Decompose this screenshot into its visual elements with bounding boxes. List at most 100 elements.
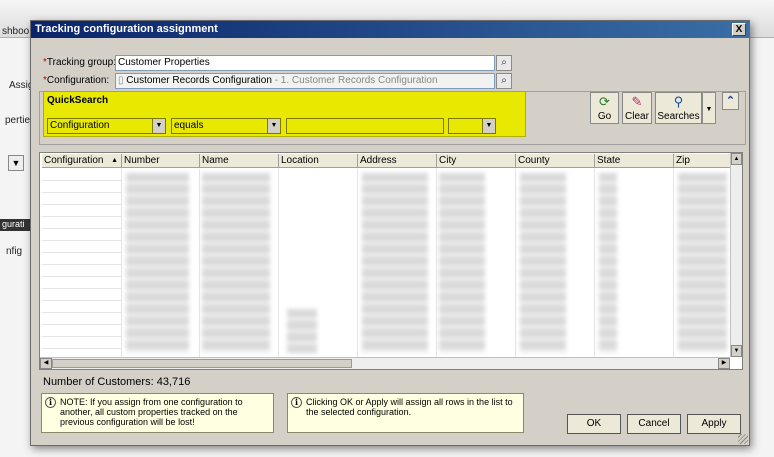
clear-button[interactable]: ✎ Clear bbox=[622, 92, 652, 124]
column-header-zip[interactable]: Zip bbox=[674, 154, 732, 168]
dialog-title-bar[interactable]: Tracking configuration assignment bbox=[31, 21, 749, 38]
scroll-down-icon[interactable]: ▼ bbox=[731, 345, 742, 357]
cancel-button[interactable]: Cancel bbox=[627, 414, 681, 434]
resize-grip-icon[interactable] bbox=[738, 434, 748, 444]
properties-tab-fragment[interactable]: pertie bbox=[5, 115, 30, 126]
quicksearch-field-value: Configuration bbox=[50, 120, 110, 131]
blurred-cells bbox=[439, 173, 485, 353]
searches-dropdown-button[interactable]: ▼ bbox=[702, 92, 716, 124]
background-row-fragment: nfig bbox=[6, 246, 23, 257]
info-icon: i bbox=[45, 397, 56, 408]
tracking-group-lookup-icon[interactable]: ⌕ bbox=[496, 55, 512, 71]
blurred-cells bbox=[599, 173, 617, 353]
quicksearch-value-input[interactable] bbox=[286, 118, 444, 134]
customers-grid[interactable]: Configuration ▲ Number Name Location Add… bbox=[39, 152, 743, 370]
scroll-right-icon[interactable]: ▶ bbox=[718, 358, 730, 369]
quicksearch-extra-select[interactable]: ▼ bbox=[448, 118, 496, 134]
city-column bbox=[437, 169, 516, 357]
column-header-label: Location bbox=[281, 155, 319, 166]
blurred-cells bbox=[678, 173, 727, 353]
column-header-label: County bbox=[518, 155, 550, 166]
dashboard-tab-fragment[interactable]: shboo bbox=[2, 26, 29, 37]
blurred-cells bbox=[362, 173, 428, 353]
column-header-city[interactable]: City bbox=[437, 154, 516, 168]
note-apply-info: i Clicking OK or Apply will assign all r… bbox=[287, 393, 524, 433]
address-column bbox=[358, 169, 437, 357]
column-header-label: Address bbox=[360, 155, 397, 166]
close-icon[interactable]: X bbox=[732, 23, 746, 36]
zip-column bbox=[674, 169, 732, 357]
go-button-label: Go bbox=[597, 111, 612, 122]
grid-body bbox=[42, 169, 732, 357]
scroll-up-icon[interactable]: ▲ bbox=[731, 153, 742, 165]
scroll-left-icon[interactable]: ◀ bbox=[40, 358, 52, 369]
column-header-configuration[interactable]: Configuration ▲ bbox=[42, 154, 122, 168]
column-header-number[interactable]: Number bbox=[122, 154, 200, 168]
searches-button[interactable]: ⚲ Searches bbox=[655, 92, 702, 124]
go-button[interactable]: ⟳ Go bbox=[590, 92, 619, 124]
configuration-suffix: - 1. Customer Records Configuration bbox=[271, 75, 438, 86]
configuration-value: Customer Records Configuration bbox=[126, 75, 272, 86]
blurred-cells bbox=[520, 173, 566, 353]
note-apply-text: Clicking OK or Apply will assign all row… bbox=[306, 397, 513, 417]
quicksearch-operator-select[interactable]: equals ▼ bbox=[171, 118, 281, 134]
vertical-scrollbar[interactable]: ▲ ▼ bbox=[730, 153, 742, 357]
number-column bbox=[122, 169, 200, 357]
sort-ascending-icon: ▲ bbox=[111, 157, 118, 164]
configuration-label: *Configuration: bbox=[43, 75, 109, 86]
note-warning-text: NOTE: If you assign from one configurati… bbox=[60, 397, 243, 427]
location-column bbox=[279, 169, 358, 357]
column-header-label: State bbox=[597, 155, 621, 166]
apply-button[interactable]: Apply bbox=[687, 414, 741, 434]
quicksearch-field-select[interactable]: Configuration ▼ bbox=[47, 118, 166, 134]
clear-button-label: Clear bbox=[625, 111, 649, 122]
tracking-group-value: Customer Properties bbox=[118, 57, 210, 68]
tracking-group-label: *Tracking group: bbox=[43, 57, 116, 68]
column-header-label: Zip bbox=[676, 155, 690, 166]
grid-header: Configuration ▲ Number Name Location Add… bbox=[42, 154, 732, 168]
blurred-cells bbox=[126, 173, 189, 353]
background-column-header: gurati bbox=[0, 219, 30, 231]
binoculars-icon: ⚲ bbox=[673, 94, 684, 109]
info-icon: i bbox=[291, 397, 302, 408]
configuration-column bbox=[42, 169, 122, 357]
blurred-cells bbox=[287, 309, 317, 353]
quicksearch-panel: QuickSearch Configuration ▼ equals ▼ ▼ bbox=[43, 91, 526, 137]
blurred-cells bbox=[202, 173, 270, 353]
column-header-label: Name bbox=[202, 155, 229, 166]
column-header-label: City bbox=[439, 155, 457, 166]
column-header-address[interactable]: Address bbox=[358, 154, 437, 168]
chevron-down-icon[interactable]: ▼ bbox=[482, 119, 495, 133]
column-header-location[interactable]: Location bbox=[279, 154, 358, 168]
quicksearch-operator-value: equals bbox=[174, 120, 204, 131]
ok-button[interactable]: OK bbox=[567, 414, 621, 434]
dialog-title: Tracking configuration assignment bbox=[35, 23, 218, 35]
column-header-label: Number bbox=[124, 155, 160, 166]
double-chevron-up-icon: ⌃ bbox=[725, 95, 736, 107]
chevron-down-icon[interactable]: ▼ bbox=[152, 119, 165, 133]
column-header-state[interactable]: State bbox=[595, 154, 674, 168]
configuration-label-text: Configuration: bbox=[46, 75, 110, 86]
horizontal-scroll-thumb[interactable] bbox=[52, 359, 352, 368]
configuration-lookup-icon[interactable]: ⌕ bbox=[496, 73, 512, 89]
refresh-icon: ⟳ bbox=[599, 94, 610, 109]
note-warning: i NOTE: If you assign from one configura… bbox=[41, 393, 274, 433]
state-column bbox=[595, 169, 674, 357]
background-dropdown-arrow-icon[interactable]: ▼ bbox=[8, 155, 24, 171]
customer-count: Number of Customers: 43,716 bbox=[43, 376, 191, 388]
column-header-name[interactable]: Name bbox=[200, 154, 279, 168]
collapse-button[interactable]: ⌃ bbox=[722, 92, 739, 110]
tracking-group-field[interactable]: Customer Properties bbox=[115, 55, 495, 71]
quicksearch-title: QuickSearch bbox=[47, 95, 109, 106]
county-column bbox=[516, 169, 595, 357]
tracking-configuration-dialog: Tracking configuration assignment X *Tra… bbox=[30, 20, 750, 446]
name-column bbox=[200, 169, 279, 357]
configuration-field[interactable]: ▯ Customer Records Configuration - 1. Cu… bbox=[115, 73, 495, 89]
column-header-label: Configuration bbox=[44, 155, 104, 166]
horizontal-scrollbar[interactable]: ◀ ▶ bbox=[40, 357, 730, 369]
eraser-icon: ✎ bbox=[631, 94, 643, 109]
chevron-down-icon[interactable]: ▼ bbox=[267, 119, 280, 133]
searches-button-label: Searches bbox=[657, 111, 700, 122]
column-header-county[interactable]: County bbox=[516, 154, 595, 168]
tracking-group-label-text: Tracking group: bbox=[46, 57, 117, 68]
